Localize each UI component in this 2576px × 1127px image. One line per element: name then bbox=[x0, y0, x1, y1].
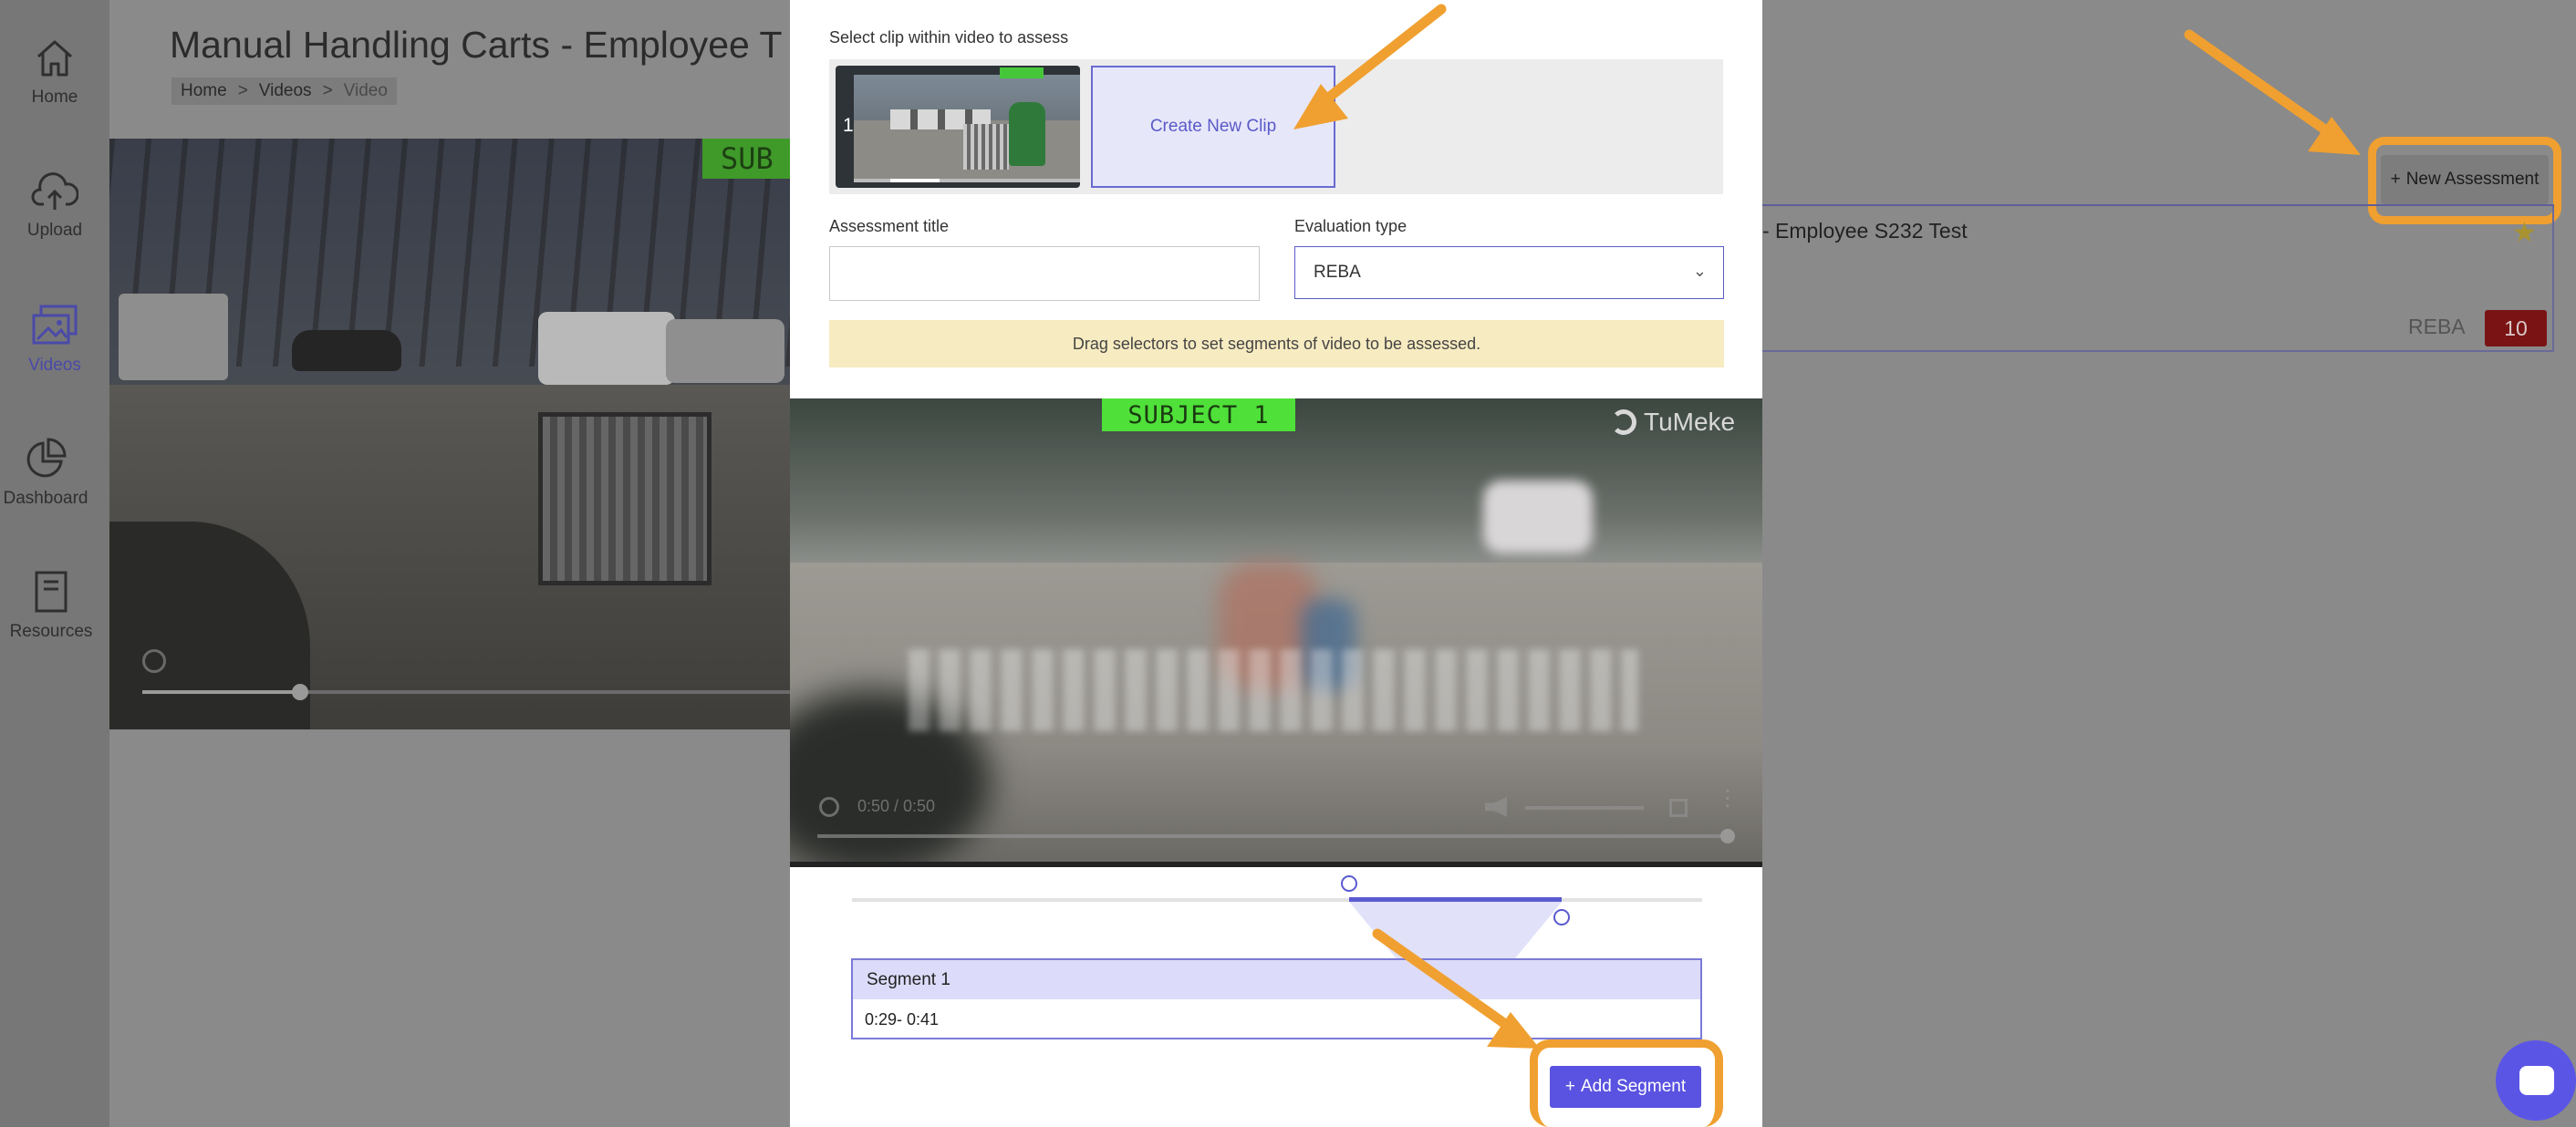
sidebar-item-label: Dashboard bbox=[3, 489, 88, 508]
modal-video-player[interactable] bbox=[790, 398, 1762, 867]
sidebar-item-resources[interactable]: Resources bbox=[0, 569, 106, 642]
subject-tag: SUBJECT 1 bbox=[1102, 398, 1295, 431]
arrow-new-assessment bbox=[2184, 29, 2361, 155]
player-blurred-caption bbox=[909, 649, 1638, 731]
thumb-progress bbox=[854, 179, 1080, 182]
video-progress-bar[interactable] bbox=[142, 684, 792, 700]
video-gallery-icon bbox=[32, 305, 78, 345]
fullscreen-icon[interactable] bbox=[1669, 799, 1688, 817]
more-options-icon[interactable]: ⋮ bbox=[1717, 788, 1739, 810]
sidebar-item-label: Home bbox=[31, 88, 78, 107]
chat-support-button[interactable] bbox=[2496, 1040, 2576, 1121]
video-frame-car bbox=[292, 330, 401, 371]
clip-select-label: Select clip within video to assess bbox=[829, 28, 1069, 47]
star-icon[interactable]: ★ bbox=[2512, 217, 2537, 249]
segment-hint: Drag selectors to set segments of video … bbox=[829, 320, 1724, 367]
sidebar-item-label: Videos bbox=[28, 356, 81, 375]
breadcrumb-videos[interactable]: Videos bbox=[259, 81, 312, 101]
chevron-down-icon: ⌄ bbox=[1692, 262, 1707, 280]
watermark-text: TuMeke bbox=[1644, 408, 1736, 436]
video-frame-truck bbox=[119, 294, 228, 380]
score-badge: 10 bbox=[2485, 310, 2547, 346]
segment-track[interactable] bbox=[852, 898, 1702, 902]
clip-number: 1 bbox=[843, 115, 854, 136]
video-frame-cart bbox=[538, 412, 712, 585]
replay-icon[interactable] bbox=[142, 649, 166, 673]
home-icon bbox=[37, 40, 72, 77]
page-title: Manual Handling Carts - Employee T bbox=[170, 24, 783, 66]
player-bottom-edge bbox=[790, 862, 1762, 867]
thumb-subject-tag bbox=[1000, 67, 1044, 78]
clip-thumbnail[interactable]: 1 bbox=[836, 66, 1080, 188]
segment-range-text: 0:29- 0:41 bbox=[865, 1010, 940, 1029]
annotation-highlight-box bbox=[1530, 1039, 1723, 1127]
sidebar-item-dashboard[interactable]: Dashboard bbox=[0, 436, 100, 509]
assessment-title-input[interactable] bbox=[829, 246, 1260, 301]
video-frame-car bbox=[666, 319, 784, 383]
breadcrumb: Home > Videos > Video bbox=[171, 78, 397, 105]
sidebar-item-upload[interactable]: Upload bbox=[0, 171, 109, 241]
thumb-person bbox=[1009, 102, 1045, 166]
thumb-cart bbox=[963, 124, 1009, 170]
evaluation-type-label: Evaluation type bbox=[1294, 217, 1407, 235]
player-progress-knob[interactable] bbox=[1720, 829, 1735, 843]
book-icon bbox=[35, 571, 68, 613]
video-progress-knob[interactable] bbox=[292, 684, 308, 700]
player-progress-bar[interactable] bbox=[817, 829, 1735, 843]
evaluation-type-select[interactable]: REBA ⌄ bbox=[1294, 246, 1724, 299]
create-new-clip-button[interactable]: Create New Clip bbox=[1091, 66, 1335, 188]
assessment-name: - Employee S232 Test bbox=[1762, 219, 1968, 243]
segment-title: Segment 1 bbox=[851, 958, 1702, 999]
replay-icon[interactable] bbox=[819, 797, 839, 817]
player-frame-sign bbox=[1483, 481, 1593, 553]
breadcrumb-separator: > bbox=[237, 81, 248, 100]
volume-slider[interactable] bbox=[1525, 806, 1644, 810]
watermark: TuMeke bbox=[1611, 408, 1735, 437]
breadcrumb-separator: > bbox=[322, 81, 333, 100]
assessment-type: REBA bbox=[2408, 315, 2466, 338]
tumeke-logo-icon bbox=[1611, 409, 1636, 435]
video-progress-fill bbox=[142, 690, 299, 694]
assessment-title-label: Assessment title bbox=[829, 217, 950, 235]
pie-chart-icon bbox=[26, 438, 67, 478]
background-video-player[interactable]: SUB bbox=[109, 139, 792, 729]
breadcrumb-home[interactable]: Home bbox=[181, 81, 227, 101]
segment-range bbox=[1349, 897, 1563, 902]
sidebar-item-home[interactable]: Home bbox=[0, 36, 109, 108]
subject-tag: SUB bbox=[702, 139, 792, 179]
player-time: 0:50 / 0:50 bbox=[857, 797, 936, 815]
cloud-upload-icon bbox=[31, 172, 78, 210]
sidebar: Home Upload Videos Dashboard Resources bbox=[0, 0, 109, 1127]
breadcrumb-video: Video bbox=[343, 81, 388, 100]
evaluation-type-value: REBA bbox=[1314, 263, 1361, 282]
sidebar-item-label: Upload bbox=[26, 221, 83, 240]
sidebar-item-videos[interactable]: Videos bbox=[0, 303, 109, 376]
sidebar-item-label: Resources bbox=[9, 622, 93, 641]
video-frame-van bbox=[538, 312, 675, 385]
chat-icon bbox=[2519, 1066, 2554, 1095]
